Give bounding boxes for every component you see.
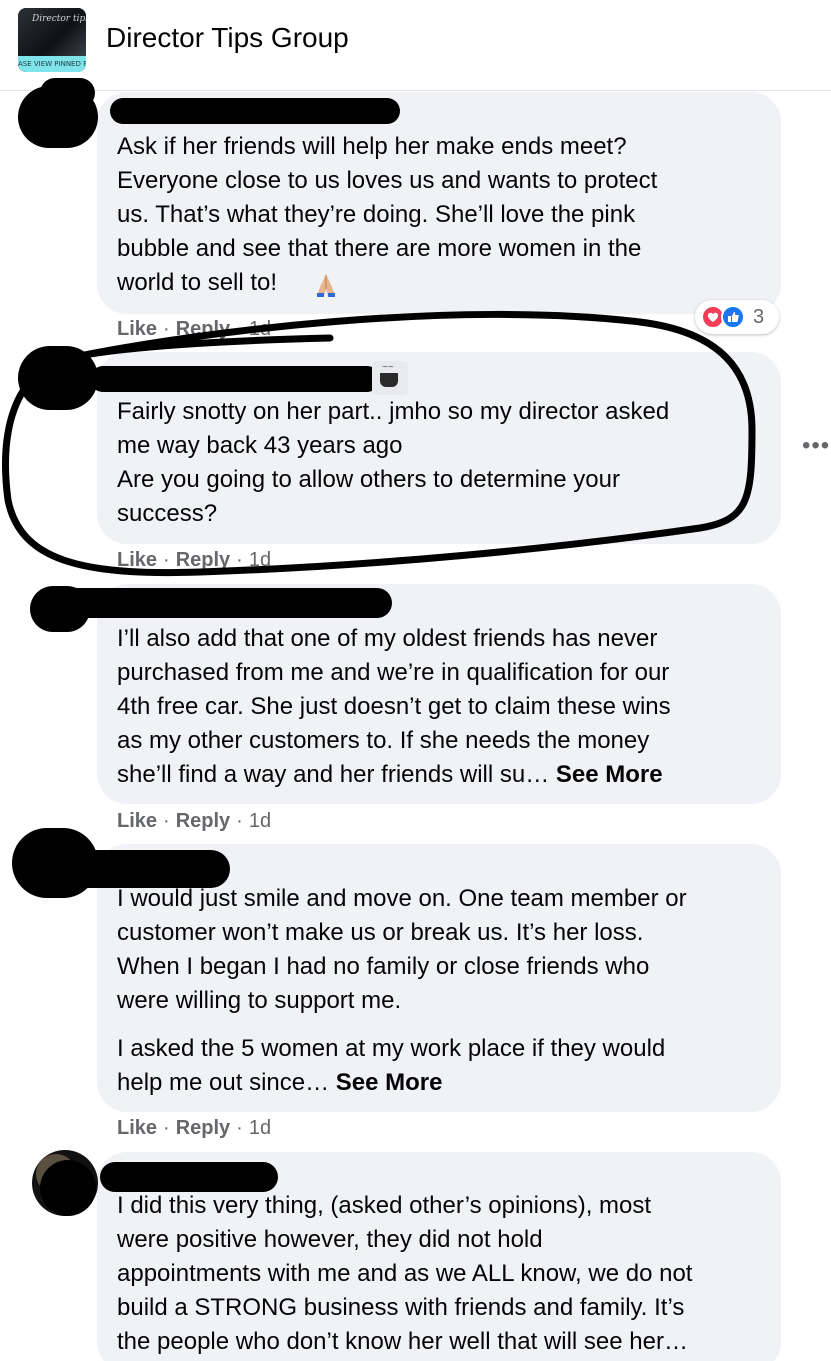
comment-line: 4th free car. She just doesn’t get to cl… <box>117 693 671 720</box>
coffee-badge-icon: ~~ <box>372 361 408 395</box>
comment-line: Fairly snotty on her part.. jmho so my d… <box>117 398 670 425</box>
comment-line: build a STRONG business with friends and… <box>117 1294 685 1321</box>
separator: · <box>163 810 170 832</box>
separator: · <box>236 318 243 340</box>
comment-line: the people who don’t know her well that … <box>117 1328 688 1355</box>
comment-text: I would just smile and move on. One team… <box>117 882 767 1018</box>
comment-actions: Like · Reply · 1d <box>117 318 271 341</box>
comment-text: I’ll also add that one of my oldest frie… <box>117 622 767 792</box>
facebook-comments-page: Director tips ASE VIEW PINNED P Director… <box>0 0 831 1361</box>
comment-text: I asked the 5 women at my work place if … <box>117 1032 767 1100</box>
comment-line: I asked the 5 women at my work place if … <box>117 1035 666 1062</box>
comment-timestamp[interactable]: 1d <box>249 318 271 340</box>
separator: · <box>236 810 243 832</box>
comment-text: I did this very thing, (asked other’s op… <box>117 1189 767 1359</box>
separator: · <box>163 549 170 571</box>
comment-line: customer won’t make us or break us. It’s… <box>117 919 644 946</box>
comment-line: she’ll find a way and her friends will s… <box>117 758 767 792</box>
like-link[interactable]: Like <box>117 810 157 832</box>
reply-link[interactable]: Reply <box>176 810 230 832</box>
comment-line: us. That’s what they’re doing. She’ll lo… <box>117 201 636 228</box>
group-name[interactable]: Director Tips Group <box>106 22 349 54</box>
comment-line-text: she’ll find a way and her friends will s… <box>117 761 550 788</box>
redacted-author-name <box>100 1162 278 1192</box>
group-avatar-script: Director tips <box>32 14 86 24</box>
redacted-author-name <box>90 366 380 392</box>
comment-line: success? <box>117 500 218 527</box>
separator: · <box>236 1117 243 1139</box>
coffee-cup <box>380 373 398 387</box>
comment-text: Ask if her friends will help her make en… <box>117 130 767 300</box>
like-link[interactable]: Like <box>117 549 157 571</box>
separator: · <box>163 1117 170 1139</box>
comment-line: appointments with me and as we ALL know,… <box>117 1260 693 1287</box>
comment-line: were willing to support me. <box>117 987 402 1014</box>
comment-line: as my other customers to. If she needs t… <box>117 727 650 754</box>
reply-link[interactable]: Reply <box>176 318 230 340</box>
comment-line: world to sell to! <box>117 269 278 296</box>
comment-actions: Like · Reply · 1d <box>117 810 271 833</box>
redacted-author-name <box>110 98 400 124</box>
comment-line-text: help me out since… <box>117 1069 330 1096</box>
comment-timestamp[interactable]: 1d <box>249 549 271 571</box>
redacted-avatar <box>40 78 95 108</box>
like-reaction-icon <box>721 305 745 329</box>
comment-line: were positive however, they did not hold <box>117 1226 543 1253</box>
reply-link[interactable]: Reply <box>176 1117 230 1139</box>
reaction-summary[interactable]: 3 <box>695 300 779 334</box>
comment-line: When I began I had no family or close fr… <box>117 953 650 980</box>
comment-line: I did this very thing, (asked other’s op… <box>117 1192 652 1219</box>
more-options-icon[interactable]: ••• <box>802 432 830 460</box>
comment-timestamp[interactable]: 1d <box>249 1117 271 1139</box>
comment-line: bubble and see that there are more women… <box>117 235 642 262</box>
redacted-avatar <box>40 1160 96 1216</box>
comment-line: Ask if her friends will help her make en… <box>117 133 627 160</box>
like-link[interactable]: Like <box>117 318 157 340</box>
group-avatar[interactable]: Director tips ASE VIEW PINNED P <box>18 8 86 72</box>
group-avatar-strip: ASE VIEW PINNED P <box>18 56 86 72</box>
comment-line: Are you going to allow others to determi… <box>117 466 620 493</box>
redacted-avatar <box>30 586 90 632</box>
comment-text: Fairly snotty on her part.. jmho so my d… <box>117 395 767 531</box>
folded-hands-emoji-icon <box>317 274 335 297</box>
comment-line: me way back 43 years ago <box>117 432 403 459</box>
comment-line: purchased from me and we’re in qualifica… <box>117 659 670 686</box>
separator: · <box>163 318 170 340</box>
redacted-avatar <box>18 346 98 410</box>
coffee-steam: ~~ <box>382 362 394 373</box>
comment-line: help me out since… See More <box>117 1066 767 1100</box>
group-header: Director tips ASE VIEW PINNED P Director… <box>0 0 831 91</box>
comment-line: I’ll also add that one of my oldest frie… <box>117 625 658 652</box>
like-link[interactable]: Like <box>117 1117 157 1139</box>
comment-line: Everyone close to us loves us and wants … <box>117 167 658 194</box>
reaction-count: 3 <box>753 306 765 328</box>
see-more-link[interactable]: See More <box>336 1069 443 1096</box>
redacted-author-name <box>60 588 392 618</box>
separator: · <box>236 549 243 571</box>
comment-line: I would just smile and move on. One team… <box>117 885 687 912</box>
comment-actions: Like · Reply · 1d <box>117 1117 271 1140</box>
comment-actions: Like · Reply · 1d <box>117 549 271 572</box>
see-more-link[interactable]: See More <box>556 761 663 788</box>
comment-timestamp[interactable]: 1d <box>249 810 271 832</box>
reply-link[interactable]: Reply <box>176 549 230 571</box>
redacted-avatar <box>12 828 98 898</box>
